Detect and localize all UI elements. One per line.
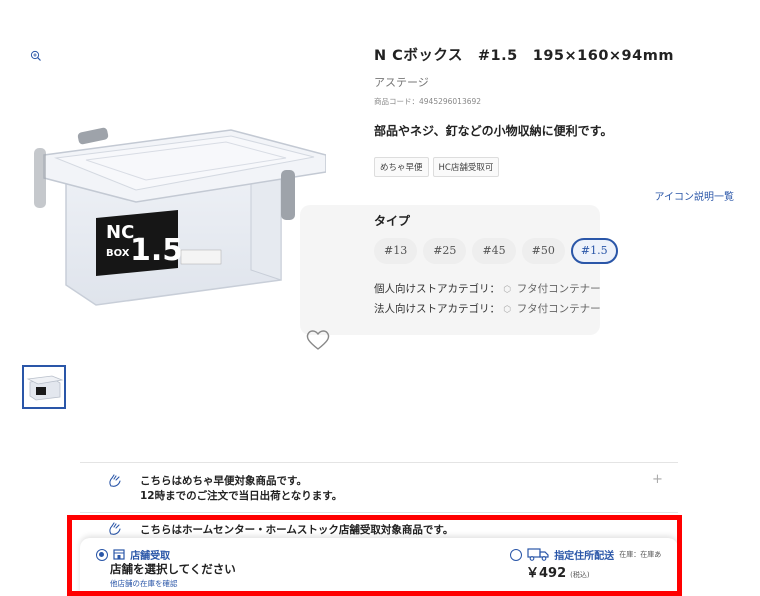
express-notice-line2: 12時までのご注文で当日出荷となります。: [140, 490, 343, 502]
product-thumbnail[interactable]: [22, 365, 66, 409]
product-main-image: NC BOX 1.5: [34, 127, 326, 306]
box-label-size: 1.5: [130, 233, 183, 268]
store-pickup-notice-text: こちらはホームセンター・ホームストック店舗受取対象商品です。: [140, 524, 454, 536]
stock-status: 在庫：在庫あ: [619, 550, 662, 559]
price: ￥492 (税込): [526, 562, 590, 581]
type-option-50[interactable]: #50: [521, 238, 565, 264]
thumbnail-image: [26, 375, 64, 401]
personal-category-row: 個人向けストアカテゴリ： ⬡ フタ付コンテナー: [374, 281, 601, 296]
hand-icon: [109, 474, 121, 487]
address-delivery-label: 指定住所配送: [554, 551, 615, 562]
type-section-label: タイプ: [374, 214, 411, 228]
other-store-stock-link[interactable]: 他店舗の在庫を確認: [110, 578, 178, 589]
corporate-category-link[interactable]: フタ付コンテナー: [517, 303, 601, 315]
type-option-1-5-selected[interactable]: #1.5: [570, 238, 618, 264]
product-title: N Cボックス #1.5 195×160×94mm: [374, 48, 674, 64]
store-select-prompt[interactable]: 店舗を選択してください: [110, 561, 236, 577]
express-notice: こちらはめちゃ早便対象商品です。 12時までのご注文で当日出荷となります。: [109, 474, 343, 504]
divider: [80, 462, 678, 463]
address-delivery-option[interactable]: 指定住所配送 在庫：在庫あ: [510, 544, 661, 563]
hand-icon: [109, 522, 121, 535]
delivery-option-bar: 店舗受取 店舗を選択してください 他店舗の在庫を確認 指定住所配送 在庫：在庫あ…: [80, 538, 678, 596]
badge-store-pickup: HC店舗受取可: [432, 157, 500, 177]
tag-icon: ⬡: [503, 305, 512, 315]
store-icon: [113, 549, 125, 560]
zoom-icon[interactable]: [30, 50, 42, 62]
store-pickup-radio[interactable]: [96, 548, 108, 561]
personal-category-label: 個人向けストアカテゴリ：: [374, 283, 500, 295]
store-pickup-notice: こちらはホームセンター・ホームストック店舗受取対象商品です。: [109, 522, 454, 537]
product-catchcopy: 部品やネジ、釘などの小物収納に便利です。: [374, 124, 613, 138]
favorite-heart-icon[interactable]: [305, 328, 331, 352]
type-options: #13 #25 #45 #50 #1.5: [374, 238, 618, 264]
icon-explanation-link[interactable]: アイコン説明一覧: [655, 188, 735, 203]
corporate-category-label: 法人向けストアカテゴリ：: [374, 303, 500, 315]
product-brand: アステージ: [374, 76, 429, 89]
tag-icon: ⬡: [503, 285, 512, 295]
divider: [80, 512, 678, 513]
truck-icon: [527, 548, 549, 561]
corporate-category-row: 法人向けストアカテゴリ： ⬡ フタ付コンテナー: [374, 301, 601, 316]
background-product-image: [300, 205, 600, 335]
box-label-bottom: BOX: [106, 248, 130, 259]
address-delivery-radio[interactable]: [510, 548, 522, 561]
express-notice-line1: こちらはめちゃ早便対象商品です。: [140, 475, 307, 487]
type-option-45[interactable]: #45: [472, 238, 516, 264]
badge-list: めちゃ早便 HC店舗受取可: [374, 157, 500, 177]
type-option-13[interactable]: #13: [374, 238, 418, 264]
expand-button[interactable]: +: [652, 472, 663, 487]
price-value: ￥492: [526, 566, 567, 581]
badge-express: めちゃ早便: [374, 157, 429, 177]
tax-note: (税込): [570, 571, 590, 579]
type-option-25[interactable]: #25: [423, 238, 467, 264]
personal-category-link[interactable]: フタ付コンテナー: [517, 283, 601, 295]
product-code: 商品コード：4945296013692: [374, 97, 482, 106]
